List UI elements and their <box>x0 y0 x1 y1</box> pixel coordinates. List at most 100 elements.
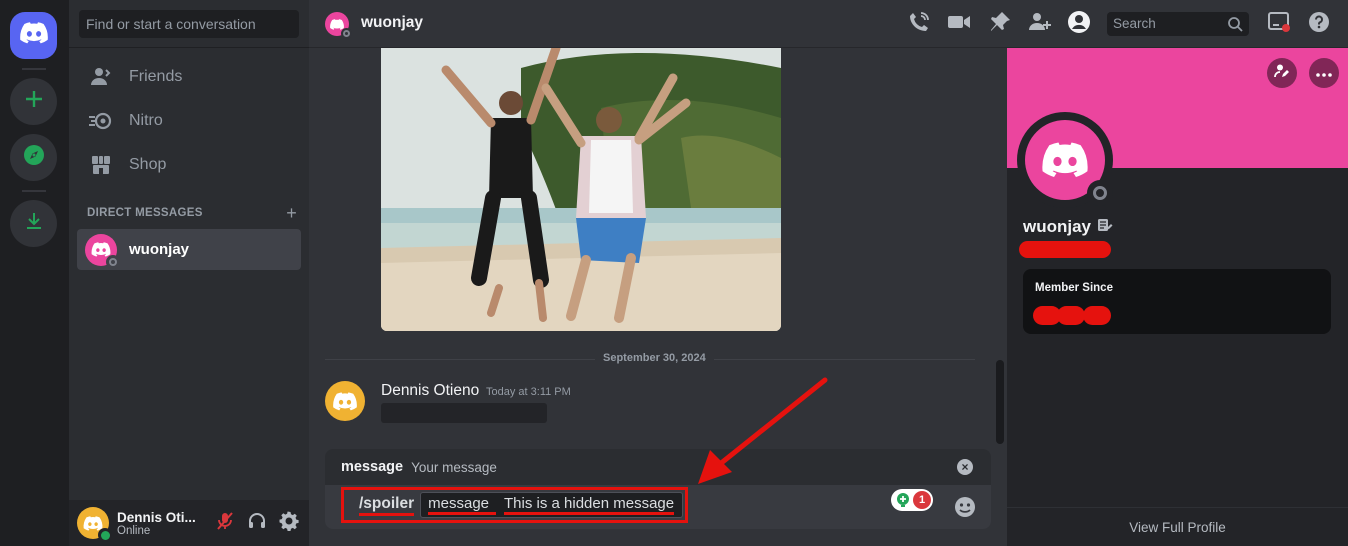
user-edit-icon <box>1274 63 1290 84</box>
user-settings-button[interactable] <box>273 507 305 539</box>
user-profile-icon <box>1067 10 1091 39</box>
command-option-name: message <box>428 495 497 515</box>
search-placeholder: Search <box>1113 16 1156 31</box>
date-divider-label: September 30, 2024 <box>595 352 714 364</box>
rail-divider <box>22 68 46 70</box>
download-apps-button[interactable] <box>10 200 57 247</box>
offline-status-icon <box>341 28 352 39</box>
user-profile-panel: wuonjay Member Since View Full Profile <box>1007 48 1348 546</box>
plus-icon <box>24 89 44 114</box>
gear-icon <box>279 511 299 536</box>
nav-label: Friends <box>129 68 183 85</box>
dm-section-header: DIRECT MESSAGES + <box>87 204 297 222</box>
phone-call-icon <box>908 11 930 38</box>
message-timestamp: Today at 3:11 PM <box>486 386 571 398</box>
message-image[interactable] <box>381 48 781 331</box>
command-name: /spoiler <box>359 495 415 516</box>
download-icon <box>24 211 44 236</box>
member-since-card: Member Since <box>1023 269 1331 334</box>
rail-divider <box>22 190 46 192</box>
emoji-icon <box>953 497 977 523</box>
inbox-button[interactable] <box>1267 11 1291 38</box>
nav-label: Nitro <box>129 112 163 129</box>
dm-name: wuonjay <box>129 241 190 258</box>
user-info[interactable]: Dennis Oti... Online <box>117 510 197 537</box>
divider <box>69 47 309 48</box>
channel-header: wuonjay Search <box>309 0 1348 48</box>
user-profile-toggle[interactable] <box>1067 10 1091 39</box>
online-status-icon <box>98 528 112 542</box>
create-dm-button[interactable]: + <box>286 204 297 222</box>
deafen-button[interactable] <box>241 507 273 539</box>
profile-display-name: wuonjay <box>1023 217 1113 237</box>
date-divider: September 30, 2024 <box>325 352 975 364</box>
dm-item-wuonjay[interactable]: wuonjay <box>77 229 301 270</box>
slash-command-composer: message Your message × /spoiler message … <box>325 449 991 529</box>
more-options-button[interactable] <box>1309 58 1339 88</box>
user-avatar[interactable] <box>77 507 112 542</box>
home-button[interactable] <box>10 12 57 59</box>
nav-shop[interactable]: Shop <box>77 144 301 186</box>
headphones-icon <box>247 511 267 536</box>
pin-icon <box>989 11 1011 38</box>
message-author[interactable]: Dennis Otieno <box>381 382 479 400</box>
video-camera-icon <box>947 13 971 36</box>
header-avatar <box>325 12 352 39</box>
user-name: Dennis Oti... <box>117 509 196 525</box>
emoji-button[interactable] <box>953 495 977 519</box>
nav-friends[interactable]: Friends <box>77 56 301 98</box>
add-server-button[interactable] <box>10 78 57 125</box>
discord-logo-icon <box>19 22 48 49</box>
nitro-gift-button[interactable]: 1 <box>891 489 933 511</box>
nav-nitro[interactable]: Nitro <box>77 100 301 142</box>
video-call-button[interactable] <box>947 12 971 36</box>
add-user-icon <box>1028 11 1052 38</box>
nitro-icon <box>89 109 113 133</box>
ellipsis-icon <box>1316 64 1332 82</box>
view-full-profile-button[interactable]: View Full Profile <box>1007 507 1348 546</box>
server-rail <box>0 0 69 546</box>
pinned-messages-button[interactable] <box>988 11 1012 38</box>
gift-icon <box>895 492 911 513</box>
conversation-search[interactable]: Find or start a conversation <box>79 10 299 38</box>
shop-icon <box>89 153 113 177</box>
help-button[interactable] <box>1307 11 1331 38</box>
command-option-pill[interactable]: message This is a hidden message <box>420 492 684 518</box>
message-avatar[interactable] <box>325 381 365 421</box>
date-redaction <box>1083 306 1111 325</box>
notification-badge: 1 <box>913 491 931 509</box>
profile-name: wuonjay <box>1023 217 1092 236</box>
search-input[interactable]: Search <box>1107 12 1249 36</box>
user-panel: Dennis Oti... Online <box>69 500 309 546</box>
chat-scrollbar[interactable] <box>996 360 1004 444</box>
voice-call-button[interactable] <box>907 11 931 38</box>
username-redaction <box>1019 241 1111 258</box>
avatar <box>85 233 120 269</box>
member-since-label: Member Since <box>1035 282 1113 294</box>
add-note-button[interactable] <box>1267 58 1297 88</box>
mic-muted-icon <box>215 511 235 536</box>
command-option-value[interactable]: This is a hidden message <box>504 495 675 515</box>
command-input[interactable]: /spoiler message This is a hidden messag… <box>341 487 688 523</box>
profile-avatar[interactable] <box>1017 112 1113 208</box>
mute-button[interactable] <box>209 507 241 539</box>
option-description: Your message <box>411 459 497 475</box>
nav-label: Shop <box>129 156 167 173</box>
help-icon <box>1308 11 1330 38</box>
dm-header-label: DIRECT MESSAGES <box>87 207 203 219</box>
close-command-button[interactable]: × <box>957 459 973 475</box>
inbox-icon <box>1267 11 1291 38</box>
friends-icon <box>89 65 113 89</box>
page-title: wuonjay <box>361 14 424 31</box>
option-name-label: message <box>341 459 404 475</box>
dm-sidebar: Find or start a conversation Friends Nit… <box>69 0 309 546</box>
note-icon[interactable] <box>1097 217 1113 237</box>
offline-status-icon <box>106 254 120 269</box>
chat-area: September 30, 2024 Dennis Otieno Today a… <box>309 48 1007 546</box>
add-friends-to-dm-button[interactable] <box>1028 12 1052 36</box>
date-redaction <box>1057 306 1085 325</box>
user-status: Online <box>117 524 151 537</box>
explore-servers-button[interactable] <box>10 134 57 181</box>
compass-icon <box>23 144 45 171</box>
offline-status-icon <box>1087 180 1113 206</box>
